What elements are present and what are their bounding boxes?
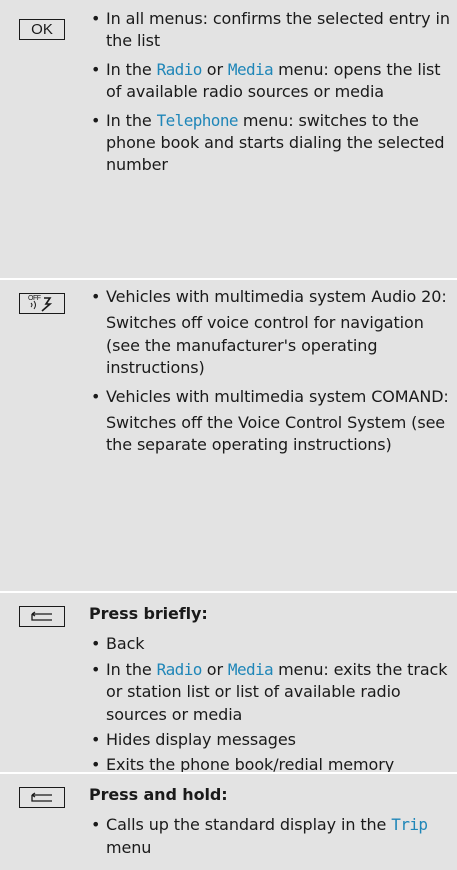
row-back-hold: Press and hold: • Calls up the standard … [0,772,457,870]
back-icon [31,791,52,802]
row-voice-off-content: • Vehicles with multimedia system Audio … [91,286,450,457]
row-ok-content: • In all menus: confirms the selected en… [91,8,450,177]
telephone-menu-label: Telephone [156,110,239,130]
radio-menu-label: Radio [156,659,203,679]
trip-menu-label: Trip [391,815,428,835]
list-item: • Vehicles with multimedia system COMAND… [91,386,450,457]
press-and-hold-heading: Press and hold: [89,785,228,804]
row-back-hold-content: Press and hold: • Calls up the standard … [89,784,450,859]
row-ok: OK • In all menus: confirms the selected… [0,0,457,278]
list-item: • Back [91,634,145,654]
item-subtext: Switches off voice control for navigatio… [106,313,424,378]
row-back-briefly-content: Press briefly: • Back • In the Radio or … [89,603,450,777]
row-voice-off: OFF • Vehicles with multimedia system Au… [0,278,457,593]
media-menu-label: Media [227,59,274,79]
instruction-table: OK • In all menus: confirms the selected… [0,0,457,868]
radio-menu-label: Radio [156,59,203,79]
item-subtext: Switches off the Voice Control System (s… [106,413,446,455]
list-item: • In the Telephone menu: switches to the… [91,110,445,175]
list-item: • Hides display messages [91,730,296,750]
list-item: • Vehicles with multimedia system Audio … [91,286,450,380]
voice-control-off-icon: OFF [27,295,57,312]
list-item: • Calls up the standard display in the T… [91,815,428,857]
ok-button[interactable]: OK [19,19,65,40]
media-menu-label: Media [227,659,274,679]
row-back-briefly: Press briefly: • Back • In the Radio or … [0,591,457,774]
list-item: • In the Radio or Media menu: opens the … [91,59,441,102]
back-button[interactable] [19,787,65,808]
press-briefly-heading: Press briefly: [89,604,208,623]
list-item: • In the Radio or Media menu: exits the … [91,659,448,724]
back-icon [31,610,52,621]
list-item: • In all menus: confirms the selected en… [91,8,450,53]
item-text: In all menus: confirms the selected entr… [106,9,450,51]
back-button[interactable] [19,606,65,627]
voice-control-off-button[interactable]: OFF [19,293,65,314]
